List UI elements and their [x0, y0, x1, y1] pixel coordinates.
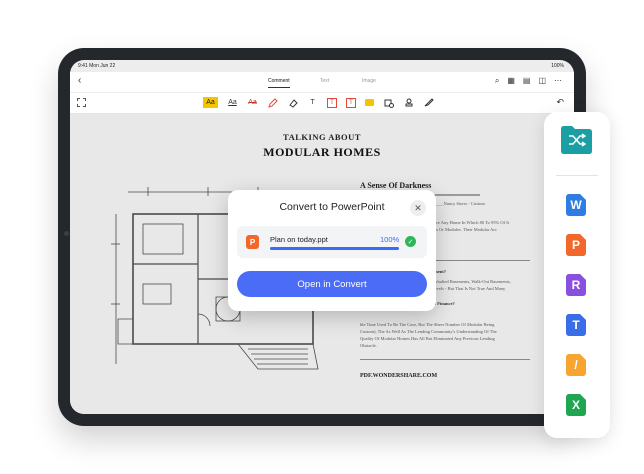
text-fragment: ble Time Used To Be The Case, But The Sh…: [360, 322, 495, 327]
convert-dialog: Convert to PowerPoint ✕ P Plan on today.…: [228, 190, 436, 311]
divider: [360, 359, 530, 360]
toolbar-right-icons: ⌕ ▦ ▤ ◫ ⋯: [495, 76, 562, 86]
callout-icon[interactable]: T: [346, 97, 356, 108]
battery-status: 100%: [551, 63, 564, 69]
tab-comment[interactable]: Comment: [268, 78, 290, 88]
shuffle-folder-icon[interactable]: [561, 126, 592, 154]
tab-text[interactable]: Text: [320, 78, 329, 84]
page-fold: [580, 194, 586, 200]
strikethrough-icon[interactable]: Aa: [247, 97, 258, 108]
open-in-convert-button[interactable]: Open in Convert: [237, 271, 427, 297]
text-icon[interactable]: T: [307, 97, 318, 108]
text-fragment: per Levels - But That Is Not True And Ma…: [425, 286, 506, 291]
website-text: PDF.WONDERSHARE.COM: [360, 373, 438, 379]
mode-tabs: Comment Text Image: [260, 78, 390, 88]
document-icon[interactable]: ▤: [523, 76, 531, 86]
sidebar-divider: [556, 175, 598, 176]
text-fragment: Quality Of Modular Homes Has All But Eli…: [360, 336, 495, 341]
signature-icon[interactable]: [423, 97, 434, 108]
textbox-icon[interactable]: T: [327, 97, 337, 108]
page-fold: [580, 314, 586, 320]
top-toolbar: ‹ Comment Text Image ⌕ ▦ ▤ ◫ ⋯: [70, 72, 574, 93]
doc-title-line1: TALKING ABOUT: [283, 132, 361, 142]
more-icon[interactable]: ⋯: [554, 76, 562, 86]
dialog-title: Convert to PowerPoint: [279, 201, 385, 213]
text-fragment: With Vaulted Basements, Walk-Out Basemen…: [425, 279, 511, 284]
excel-icon[interactable]: X: [566, 394, 588, 416]
r-doc-icon[interactable]: R: [566, 274, 588, 296]
section-heading: A Sense Of Darkness: [360, 181, 432, 190]
pen-icon[interactable]: [267, 97, 278, 108]
stamp-icon[interactable]: [403, 97, 414, 108]
underline-icon[interactable]: Aa: [227, 97, 238, 108]
text-fragment: mes Are Any Home In Which 80 To 95% Of I…: [425, 220, 510, 225]
text-fragment: Obstacle.: [360, 343, 377, 348]
status-time: 9:41 Mon Jun 22: [78, 63, 116, 69]
annotation-tools: Aa Aa Aa T T T: [203, 97, 434, 108]
file-progress-item: P Plan on today.ppt 100% ✓: [237, 226, 427, 258]
undo-icon[interactable]: ↶: [556, 97, 564, 108]
search-icon[interactable]: ⌕: [495, 76, 499, 86]
book-icon[interactable]: ◫: [538, 76, 546, 86]
chevron-left-icon[interactable]: ‹: [78, 75, 81, 86]
annotation-toolbar: Aa Aa Aa T T T ↶: [70, 93, 574, 114]
file-name: Plan on today.ppt: [270, 235, 328, 244]
doc-title-line2: MODULAR HOMES: [263, 145, 381, 159]
grid-icon[interactable]: ▦: [507, 76, 515, 86]
tab-image[interactable]: Image: [362, 78, 376, 84]
sticky-note-icon[interactable]: [365, 99, 374, 106]
powerpoint-icon[interactable]: P: [566, 234, 588, 256]
selection-icon[interactable]: [77, 98, 86, 107]
page-fold: [580, 274, 586, 280]
progress-bar: [270, 247, 399, 250]
highlight-icon[interactable]: Aa: [203, 97, 218, 108]
app-sidebar: W P R T / X: [544, 112, 610, 438]
progress-percent: 100%: [380, 235, 400, 244]
page-fold: [580, 354, 586, 360]
checkmark-icon: ✓: [405, 236, 416, 247]
powerpoint-file-icon: P: [246, 235, 259, 249]
pages-icon[interactable]: /: [566, 354, 588, 376]
progress-bar-fill: [270, 247, 399, 250]
close-icon[interactable]: ✕: [410, 200, 426, 216]
camera: [64, 231, 69, 236]
text-fragment: Custom), The As Well As The Lending Comm…: [360, 329, 497, 334]
page-fold: [580, 394, 586, 400]
page-fold: [580, 234, 586, 240]
shape-icon[interactable]: [383, 97, 394, 108]
status-bar: 9:41 Mon Jun 22 100%: [70, 60, 574, 70]
text-doc-icon[interactable]: T: [566, 314, 588, 336]
eraser-icon[interactable]: [287, 97, 298, 108]
word-icon[interactable]: W: [566, 194, 588, 216]
